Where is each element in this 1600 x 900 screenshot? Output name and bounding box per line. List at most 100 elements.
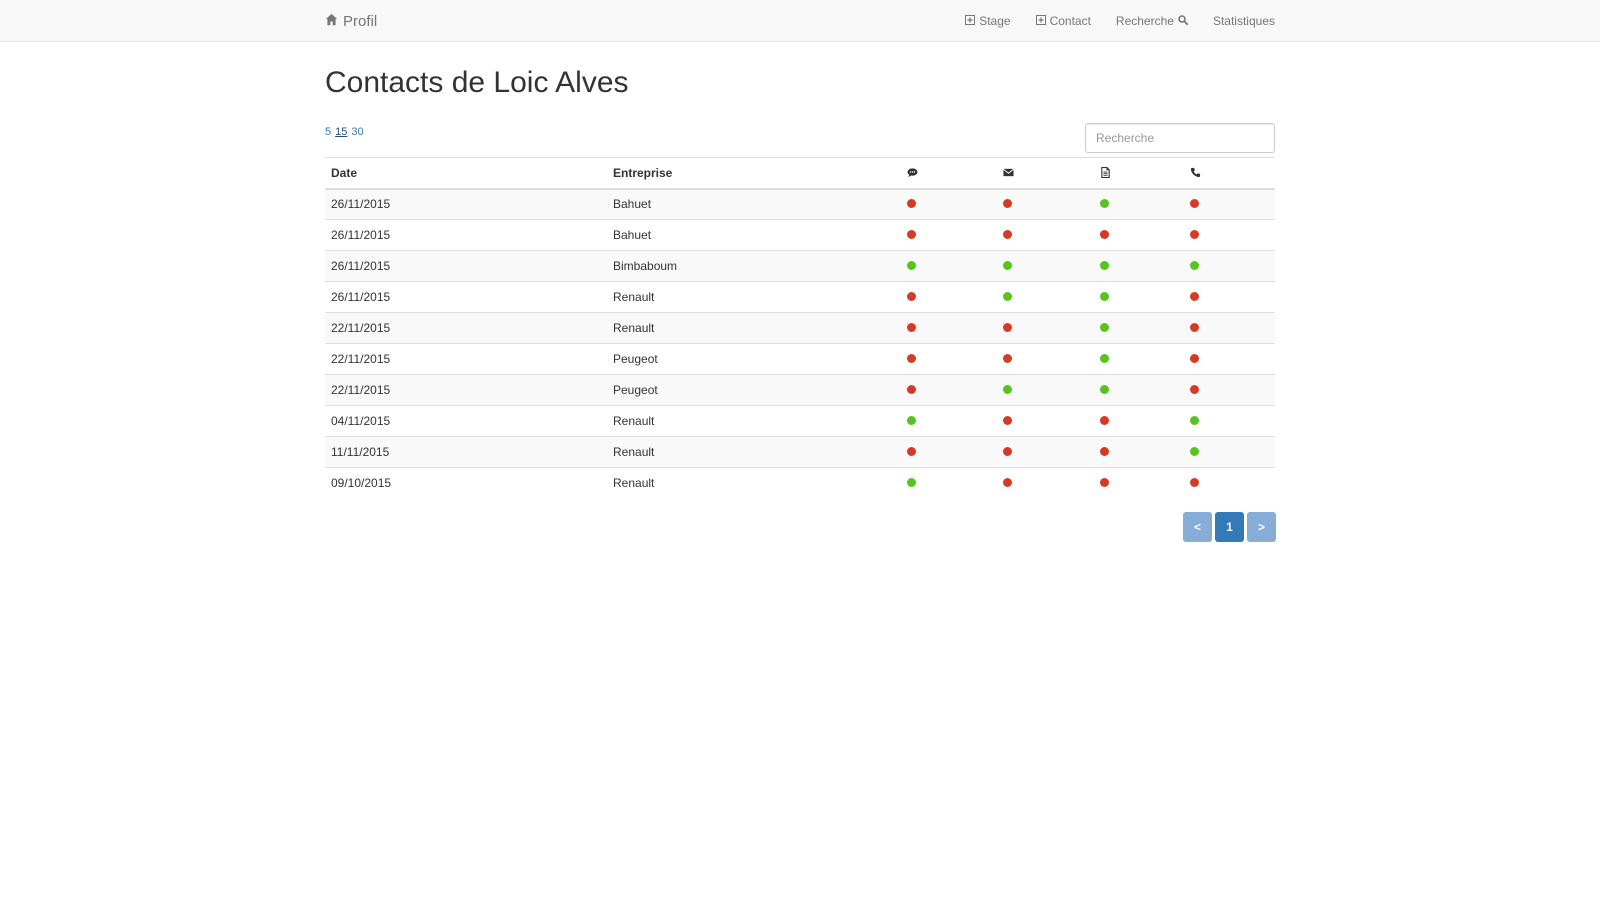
red-status-dot <box>907 385 916 394</box>
cell-document-status <box>1094 188 1184 220</box>
cell-document-status <box>1094 343 1184 375</box>
brand-label: Profil <box>343 12 378 30</box>
cell-phone-status <box>1184 467 1275 499</box>
phone-icon <box>1190 167 1269 178</box>
green-status-dot <box>1100 292 1109 301</box>
column-header-phone[interactable] <box>1184 157 1275 190</box>
green-status-dot <box>907 261 916 270</box>
green-status-dot <box>1100 261 1109 270</box>
green-status-dot <box>1100 323 1109 332</box>
nav-stage[interactable]: Stage <box>965 14 1011 28</box>
contacts-table: Date Entreprise 26/11/2015 Bahuet 26/11/… <box>325 157 1275 499</box>
page-size-5[interactable]: 5 <box>325 126 331 138</box>
red-status-dot <box>1190 292 1199 301</box>
table-row[interactable]: 04/11/2015 Renault <box>325 405 1275 437</box>
red-status-dot <box>1003 478 1012 488</box>
red-status-dot <box>1003 416 1012 425</box>
red-status-dot <box>907 230 916 239</box>
nav-contact-label: Contact <box>1049 14 1091 28</box>
document-icon <box>1100 167 1178 179</box>
cell-comment-status <box>901 343 997 375</box>
red-status-dot <box>1100 230 1109 239</box>
cell-date: 04/11/2015 <box>325 405 607 437</box>
green-status-dot <box>1100 199 1109 209</box>
column-header-document[interactable] <box>1094 157 1184 190</box>
table-row[interactable]: 11/11/2015 Renault <box>325 436 1275 468</box>
green-status-dot <box>1003 292 1012 301</box>
red-status-dot <box>907 199 916 209</box>
cell-date: 22/11/2015 <box>325 343 607 375</box>
red-status-dot <box>1190 323 1199 332</box>
table-row[interactable]: 22/11/2015 Peugeot <box>325 343 1275 375</box>
cell-date: 26/11/2015 <box>325 188 607 220</box>
cell-phone-status <box>1184 219 1275 251</box>
green-status-dot <box>1100 354 1109 363</box>
cell-date: 11/11/2015 <box>325 436 607 468</box>
cell-date: 09/10/2015 <box>325 467 607 499</box>
page-size-selector: 5 15 30 <box>325 126 364 138</box>
table-header-row: Date Entreprise <box>325 157 1275 190</box>
cell-entreprise: Bahuet <box>607 188 901 220</box>
table-row[interactable]: 22/11/2015 Renault <box>325 312 1275 344</box>
cell-date: 22/11/2015 <box>325 374 607 406</box>
cell-document-status <box>1094 467 1184 499</box>
cell-comment-status <box>901 467 997 499</box>
page-size-15[interactable]: 15 <box>335 126 347 138</box>
cell-date: 26/11/2015 <box>325 219 607 251</box>
nav-recherche[interactable]: Recherche <box>1116 14 1189 28</box>
cell-email-status <box>997 436 1094 468</box>
red-status-dot <box>907 292 916 301</box>
cell-entreprise: Bahuet <box>607 219 901 251</box>
page-size-30[interactable]: 30 <box>351 126 363 138</box>
cell-email-status <box>997 250 1094 282</box>
table-row[interactable]: 26/11/2015 Bahuet <box>325 188 1275 220</box>
comment-icon <box>907 167 991 178</box>
brand-link[interactable]: Profil <box>325 11 377 31</box>
search-input[interactable] <box>1085 123 1275 153</box>
table-row[interactable]: 22/11/2015 Peugeot <box>325 374 1275 406</box>
cell-comment-status <box>901 374 997 406</box>
pagination-next-button[interactable]: > <box>1247 512 1276 542</box>
green-status-dot <box>907 416 916 425</box>
nav-stage-label: Stage <box>979 14 1011 28</box>
cell-email-status <box>997 188 1094 220</box>
pagination-prev-button[interactable]: < <box>1183 512 1212 542</box>
nav-links: Stage Contact Recherche Statistiques <box>940 0 1275 42</box>
cell-phone-status <box>1184 250 1275 282</box>
nav-statistiques[interactable]: Statistiques <box>1213 14 1275 28</box>
column-header-entreprise[interactable]: Entreprise <box>607 157 901 190</box>
table-row[interactable]: 26/11/2015 Bahuet <box>325 219 1275 251</box>
table-row[interactable]: 26/11/2015 Bimbaboum <box>325 250 1275 282</box>
cell-phone-status <box>1184 343 1275 375</box>
red-status-dot <box>1190 478 1199 488</box>
cell-date: 22/11/2015 <box>325 312 607 344</box>
page-title: Contacts de Loic Alves <box>325 66 629 99</box>
cell-date: 26/11/2015 <box>325 281 607 313</box>
home-icon <box>325 13 338 30</box>
red-status-dot <box>1190 354 1199 363</box>
cell-entreprise: Peugeot <box>607 374 901 406</box>
table-row[interactable]: 09/10/2015 Renault <box>325 467 1275 499</box>
cell-email-status <box>997 281 1094 313</box>
red-status-dot <box>1100 416 1109 425</box>
green-status-dot <box>1190 261 1199 270</box>
green-status-dot <box>1003 385 1012 394</box>
column-header-comment[interactable] <box>901 157 997 190</box>
plus-square-icon <box>965 14 976 28</box>
red-status-dot <box>907 354 916 363</box>
cell-document-status <box>1094 405 1184 437</box>
red-status-dot <box>907 323 916 332</box>
cell-document-status <box>1094 219 1184 251</box>
search-icon <box>1178 14 1189 28</box>
column-header-email[interactable] <box>997 157 1094 190</box>
cell-entreprise: Renault <box>607 312 901 344</box>
nav-contact[interactable]: Contact <box>1035 14 1091 28</box>
column-header-date[interactable]: Date <box>325 157 607 190</box>
pagination-page-button[interactable]: 1 <box>1215 512 1244 542</box>
red-status-dot <box>1190 230 1199 239</box>
cell-email-status <box>997 219 1094 251</box>
pagination: < 1 > <box>1183 512 1276 542</box>
red-status-dot <box>1003 447 1012 456</box>
cell-comment-status <box>901 405 997 437</box>
table-row[interactable]: 26/11/2015 Renault <box>325 281 1275 313</box>
